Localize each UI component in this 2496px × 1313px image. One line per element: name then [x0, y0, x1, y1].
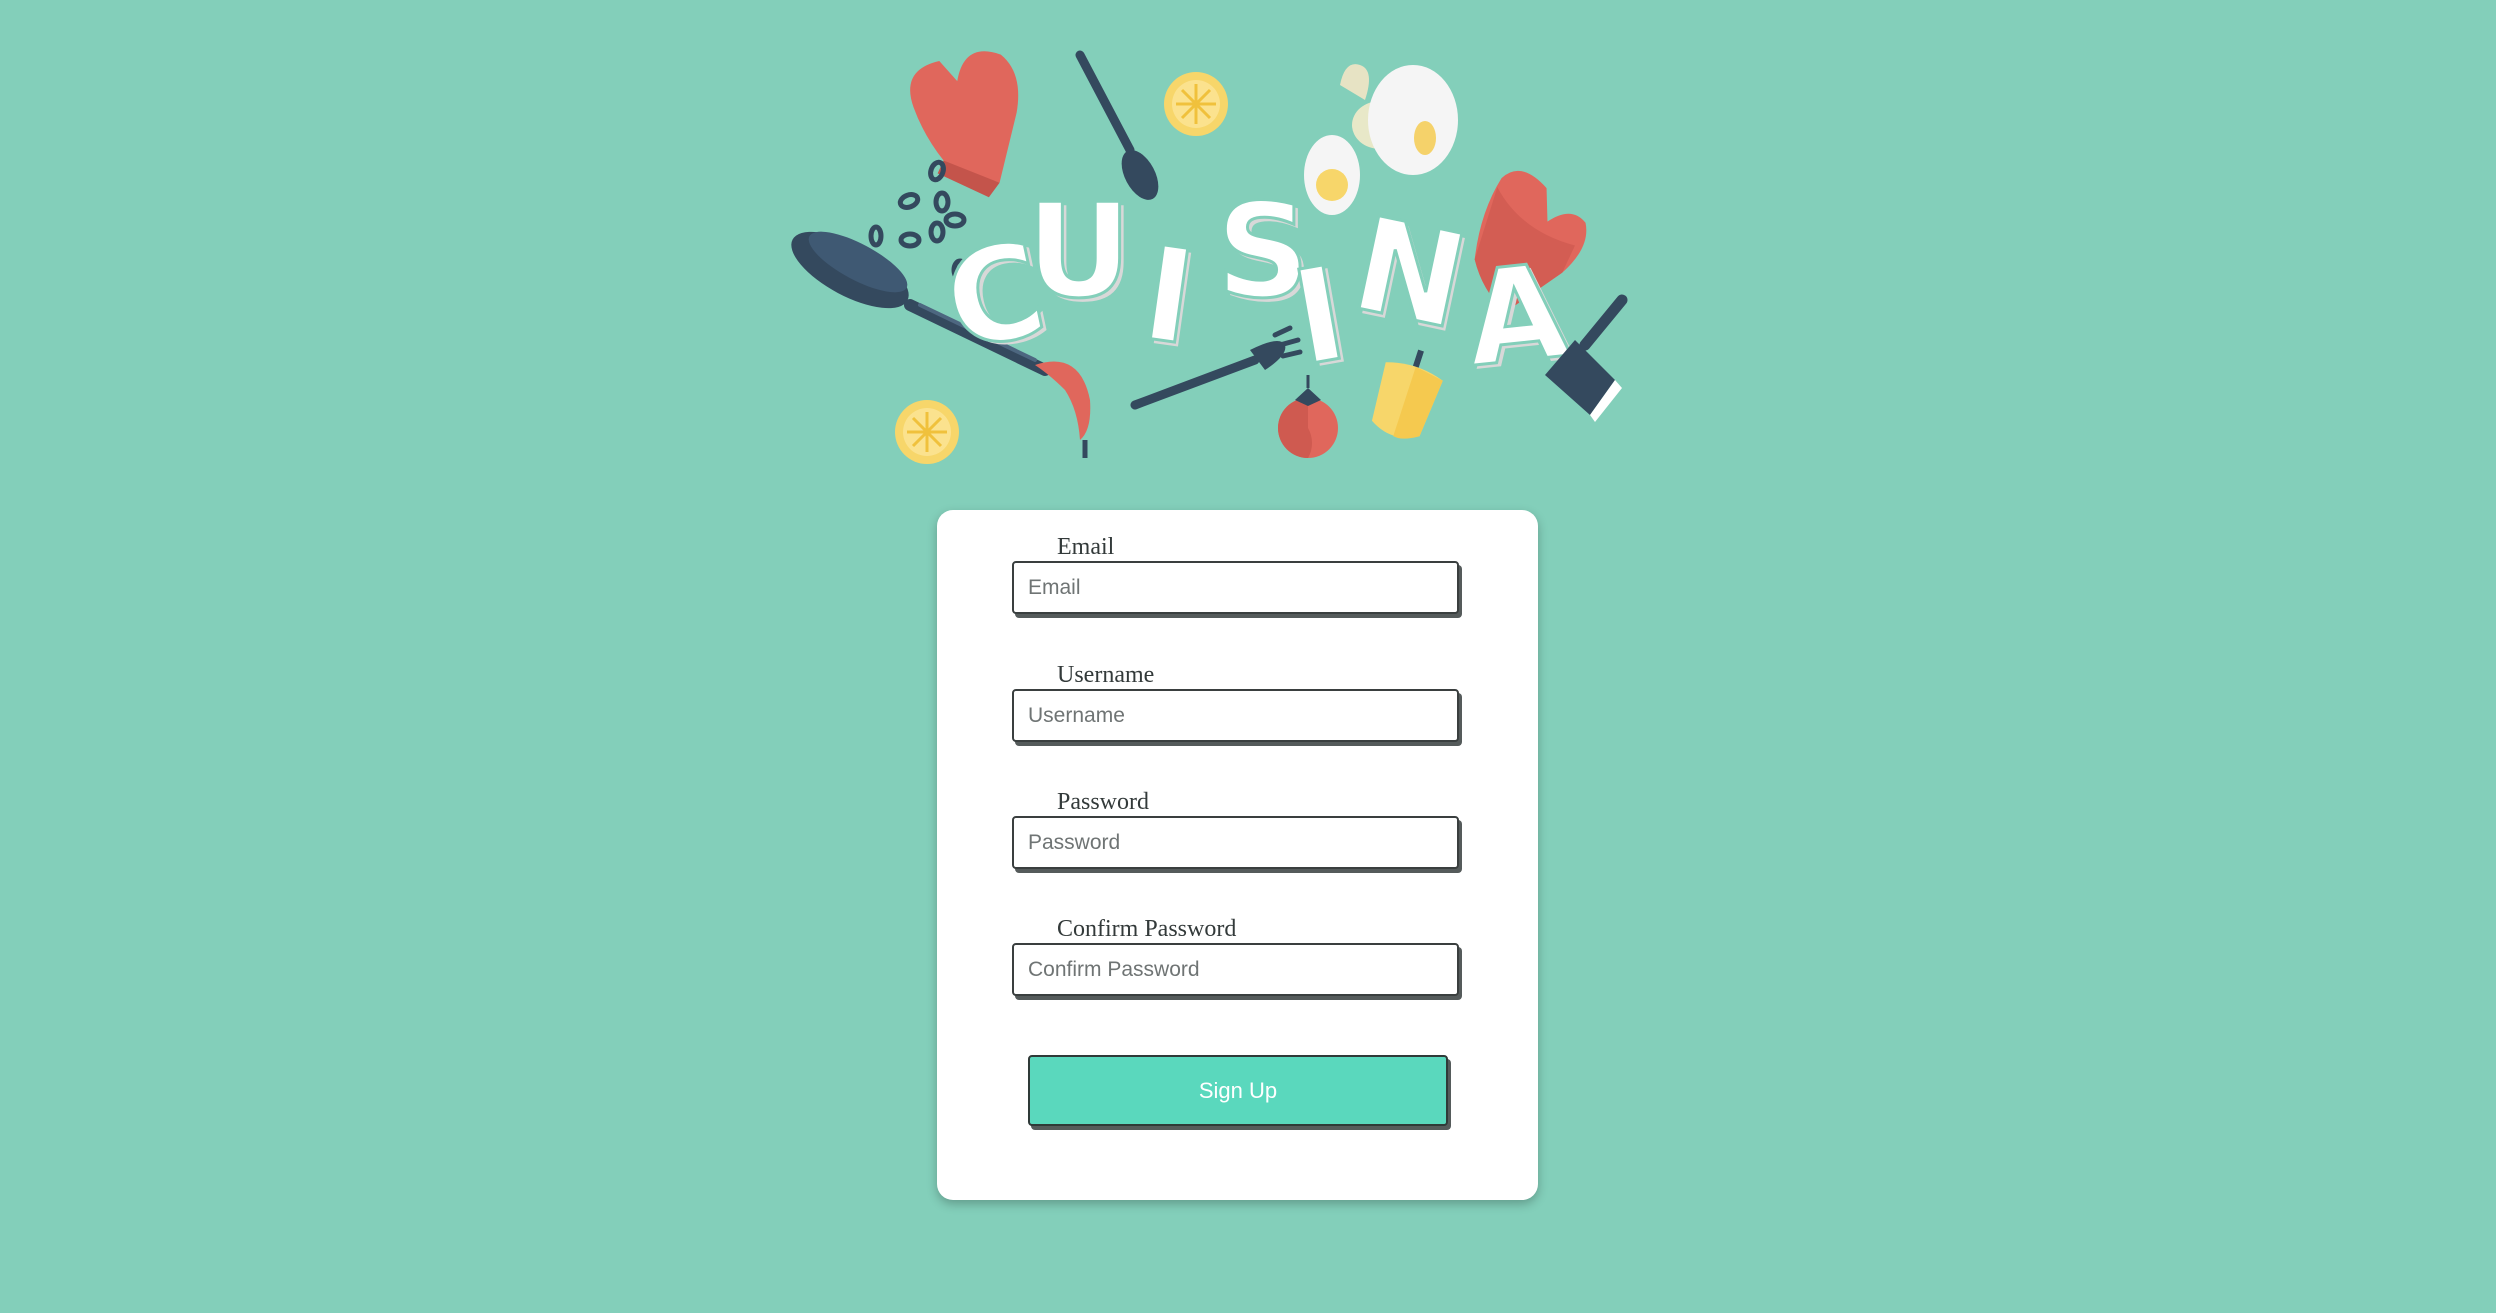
username-label: Username	[1057, 662, 1155, 688]
cracked-egg-icon	[1340, 64, 1458, 175]
email-label: Email	[1057, 534, 1115, 560]
password-field[interactable]	[1012, 816, 1459, 869]
logo-text: C C U U I I S S I I N N A A	[931, 174, 1579, 400]
confirm-password-field[interactable]	[1012, 943, 1459, 996]
cuisina-logo: C C U U I I S S I I N N A A	[791, 50, 1628, 464]
signup-form: Email Username Password Confirm Password…	[937, 510, 1538, 1200]
chili-pepper-icon	[1035, 361, 1091, 458]
signup-page: C C U U I I S S I I N N A A Email Email …	[0, 0, 2496, 1313]
password-label: Password	[1057, 789, 1150, 815]
username-field[interactable]	[1012, 689, 1459, 742]
email-field[interactable]	[1012, 561, 1459, 614]
lemon-slice-icon	[895, 400, 959, 464]
svg-text:U: U	[1026, 175, 1132, 327]
lemon-slice-icon	[1164, 72, 1228, 136]
svg-text:I: I	[1134, 217, 1203, 374]
svg-text:N: N	[1341, 187, 1479, 358]
sign-up-button[interactable]: Sign Up	[1028, 1055, 1448, 1126]
confirm-password-label: Confirm Password	[1057, 916, 1237, 942]
